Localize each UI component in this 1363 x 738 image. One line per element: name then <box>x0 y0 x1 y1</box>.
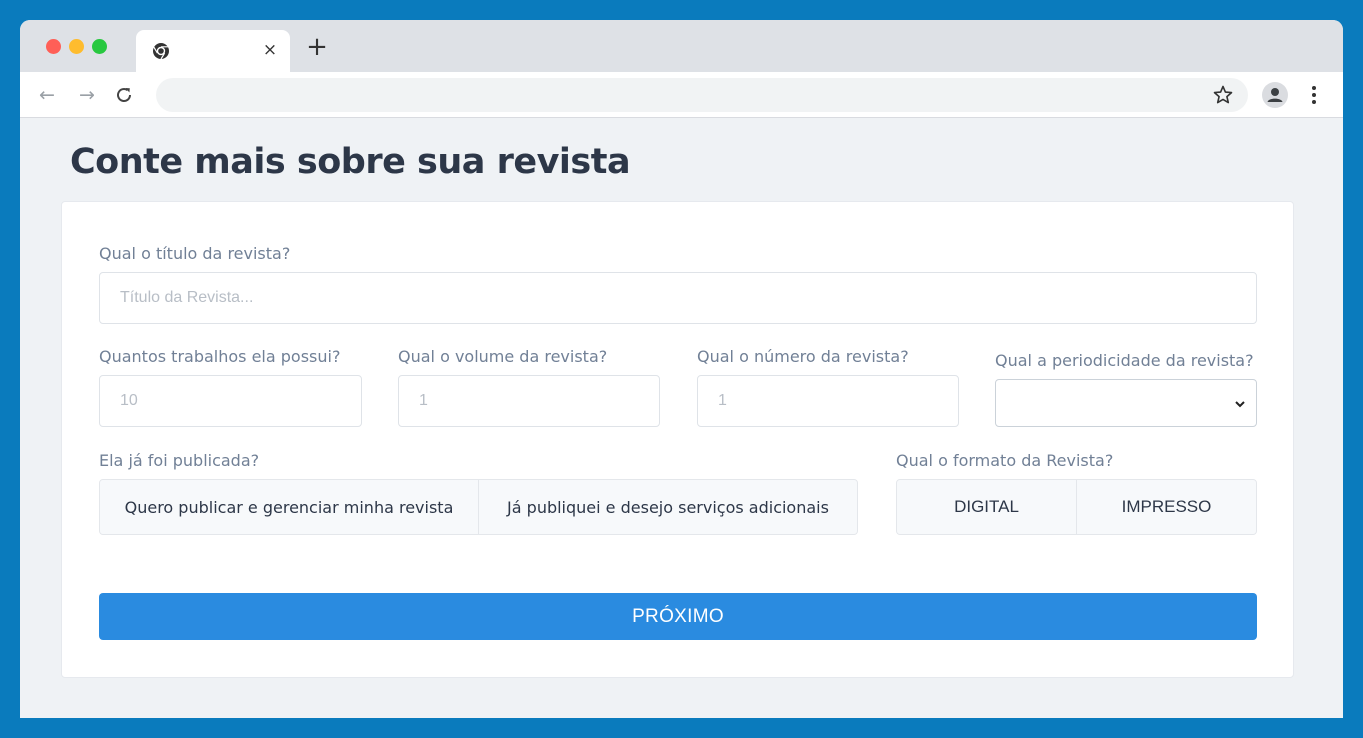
format-digital-option[interactable]: DIGITAL <box>897 480 1076 534</box>
volume-label: Qual o volume da revista? <box>398 347 608 366</box>
more-menu-icon[interactable] <box>1306 84 1322 106</box>
works-label: Quantos trabalhos ela possui? <box>99 347 341 366</box>
title-input[interactable] <box>99 272 1257 324</box>
format-print-option[interactable]: IMPRESSO <box>1076 480 1256 534</box>
bookmark-star-icon[interactable] <box>1212 84 1234 106</box>
number-label: Qual o número da revista? <box>697 347 909 366</box>
forward-button[interactable]: → <box>74 82 100 108</box>
browser-window: × + ← → Conte mais sobre sua revista Qua… <box>20 20 1343 718</box>
number-input[interactable] <box>697 375 959 427</box>
volume-input[interactable] <box>398 375 660 427</box>
publish-and-manage-option[interactable]: Quero publicar e gerenciar minha revista <box>100 480 478 534</box>
published-toggle-group: Quero publicar e gerenciar minha revista… <box>99 479 858 535</box>
address-bar[interactable] <box>156 78 1248 112</box>
form-card: Qual o título da revista? Quantos trabal… <box>61 201 1294 678</box>
format-label: Qual o formato da Revista? <box>896 451 1114 470</box>
published-label: Ela já foi publicada? <box>99 451 260 470</box>
page-content: Conte mais sobre sua revista Qual o títu… <box>20 118 1343 718</box>
works-input[interactable] <box>99 375 362 427</box>
tab-close-icon[interactable]: × <box>260 39 280 61</box>
new-tab-button[interactable]: + <box>305 34 329 60</box>
browser-toolbar: ← → <box>20 72 1343 118</box>
periodicity-select[interactable] <box>995 379 1257 427</box>
minimize-window-button[interactable] <box>69 39 84 54</box>
profile-avatar-button[interactable] <box>1262 82 1288 108</box>
maximize-window-button[interactable] <box>92 39 107 54</box>
window-controls <box>46 39 107 54</box>
tab-strip: × + <box>20 20 1343 72</box>
already-published-option[interactable]: Já publiquei e desejo serviços adicionai… <box>478 480 857 534</box>
periodicity-label: Qual a periodicidade da revista? <box>995 351 1254 370</box>
person-icon <box>1267 88 1283 102</box>
title-label: Qual o título da revista? <box>99 244 291 263</box>
back-button[interactable]: ← <box>34 82 60 108</box>
next-button[interactable]: PRÓXIMO <box>99 593 1257 640</box>
page-title: Conte mais sobre sua revista <box>70 142 631 182</box>
close-window-button[interactable] <box>46 39 61 54</box>
chrome-icon <box>153 43 169 60</box>
reload-icon[interactable] <box>114 85 134 105</box>
format-toggle-group: DIGITAL IMPRESSO <box>896 479 1257 535</box>
browser-tab[interactable]: × <box>136 30 290 72</box>
chevron-down-icon <box>1235 401 1245 408</box>
